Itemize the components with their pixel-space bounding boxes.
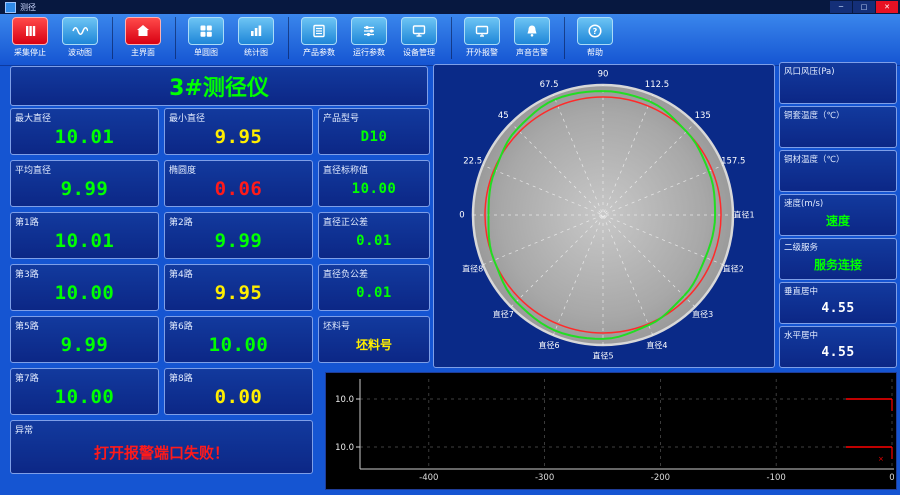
metric-value: 0.00 [214, 385, 263, 408]
main-area: 3#测径仪 0 22.5 45 67.5 90 112.5 135 157.5 直径1 直径2 直径… [0, 0, 900, 495]
status-value: 服务连接 [813, 257, 862, 272]
status-speed: 速度(m/s) 速度 [779, 194, 897, 236]
metric-billet-no: 坯料号 坯料号 [318, 316, 430, 363]
svg-text:-400: -400 [419, 473, 438, 483]
status-value: 速度 [825, 213, 850, 228]
app-window: 测径 ─ □ ✕ 采集停止 波动图 主界面 单圆图 统计图 产品参数 运行参数 设备管理 开外报… [0, 0, 900, 495]
status-value [782, 73, 894, 103]
metric-path-6: 第6路 10.00 [164, 316, 313, 363]
status-horizontal-center: 水平居中 4.55 [779, 326, 897, 368]
metric-value: 0.06 [214, 177, 263, 200]
polar-chart: 0 22.5 45 67.5 90 112.5 135 157.5 直径1 直径2 直径3 直径4 直径… [459, 70, 754, 361]
metric-value: 9.95 [214, 125, 263, 148]
status-value [782, 117, 894, 147]
svg-text:直径2: 直径2 [723, 263, 744, 273]
metric-alarm: 异常 打开报警端口失败！ [10, 420, 313, 474]
svg-text:135: 135 [695, 111, 711, 121]
svg-text:112.5: 112.5 [645, 80, 669, 90]
status-air-pressure: 风口风压(Pa) [779, 62, 897, 104]
svg-text:直径1: 直径1 [733, 210, 754, 220]
status-value: 4.55 [821, 300, 855, 316]
metric-path-8: 第8路 0.00 [164, 368, 313, 415]
svg-text:×: × [878, 455, 884, 463]
svg-text:-100: -100 [767, 473, 786, 483]
svg-text:10.0: 10.0 [335, 443, 354, 453]
metric-path-3: 第3路 10.00 [10, 264, 159, 311]
metric-value: 10.01 [54, 125, 115, 148]
metric-value: 0.01 [356, 232, 392, 249]
trend-chart: -400 -300 -200 -100 0 10.0 10.0 × [335, 379, 895, 483]
metric-max-diameter: 最大直径 10.01 [10, 108, 159, 155]
metric-plus-tolerance: 直径正公差 0.01 [318, 212, 430, 259]
metric-path-5: 第5路 9.99 [10, 316, 159, 363]
status-value: 4.55 [821, 344, 855, 360]
svg-text:0: 0 [459, 211, 464, 221]
metric-value: 10.01 [54, 229, 115, 252]
svg-text:-200: -200 [651, 473, 670, 483]
metric-value: 坯料号 [355, 338, 392, 352]
metric-value: 9.99 [214, 229, 263, 252]
svg-text:直径3: 直径3 [692, 309, 713, 319]
metric-product-model: 产品型号 D10 [318, 108, 430, 155]
svg-text:直径7: 直径7 [493, 309, 514, 319]
gauge-title: 3#测径仪 [10, 66, 428, 106]
trend-panel: -400 -300 -200 -100 0 10.0 10.0 × [325, 372, 897, 490]
metric-value: 9.99 [60, 177, 109, 200]
metric-value: 10.00 [351, 180, 397, 197]
metric-value: 10.00 [54, 281, 115, 304]
svg-text:直径4: 直径4 [646, 340, 667, 350]
svg-text:-300: -300 [535, 473, 554, 483]
metric-value: 9.99 [60, 333, 109, 356]
metric-value: 0.01 [356, 284, 392, 301]
svg-text:67.5: 67.5 [540, 80, 559, 90]
status-material-temperature: 铜材温度（℃） [779, 150, 897, 192]
status-vertical-center: 垂直居中 4.55 [779, 282, 897, 324]
status-secondary-service: 二级服务 服务连接 [779, 238, 897, 280]
metric-min-diameter: 最小直径 9.95 [164, 108, 313, 155]
metric-value: 9.95 [214, 281, 263, 304]
metric-value: 10.00 [54, 385, 115, 408]
status-sleeve-temperature: 铜套温度（℃） [779, 106, 897, 148]
metric-value: D10 [360, 128, 388, 145]
metric-ovality: 椭圆度 0.06 [164, 160, 313, 207]
metric-avg-diameter: 平均直径 9.99 [10, 160, 159, 207]
svg-text:10.0: 10.0 [335, 395, 354, 405]
metric-value: 10.00 [208, 333, 269, 356]
metric-value: 打开报警端口失败！ [93, 443, 229, 462]
svg-text:直径6: 直径6 [538, 340, 559, 350]
svg-text:直径8: 直径8 [462, 263, 483, 273]
metric-nominal-diameter: 直径标称值 10.00 [318, 160, 430, 207]
svg-text:22.5: 22.5 [463, 157, 482, 167]
metric-path-4: 第4路 9.95 [164, 264, 313, 311]
polar-panel: 0 22.5 45 67.5 90 112.5 135 157.5 直径1 直径2 直径3 直径4 直径… [433, 64, 775, 368]
svg-text:157.5: 157.5 [721, 157, 745, 167]
metric-path-2: 第2路 9.99 [164, 212, 313, 259]
metric-path-1: 第1路 10.01 [10, 212, 159, 259]
svg-text:45: 45 [498, 111, 509, 121]
metric-path-7: 第7路 10.00 [10, 368, 159, 415]
status-value [782, 161, 894, 191]
svg-text:直径5: 直径5 [592, 351, 613, 361]
metric-minus-tolerance: 直径负公差 0.01 [318, 264, 430, 311]
svg-text:0: 0 [889, 473, 894, 483]
svg-text:90: 90 [598, 70, 609, 80]
